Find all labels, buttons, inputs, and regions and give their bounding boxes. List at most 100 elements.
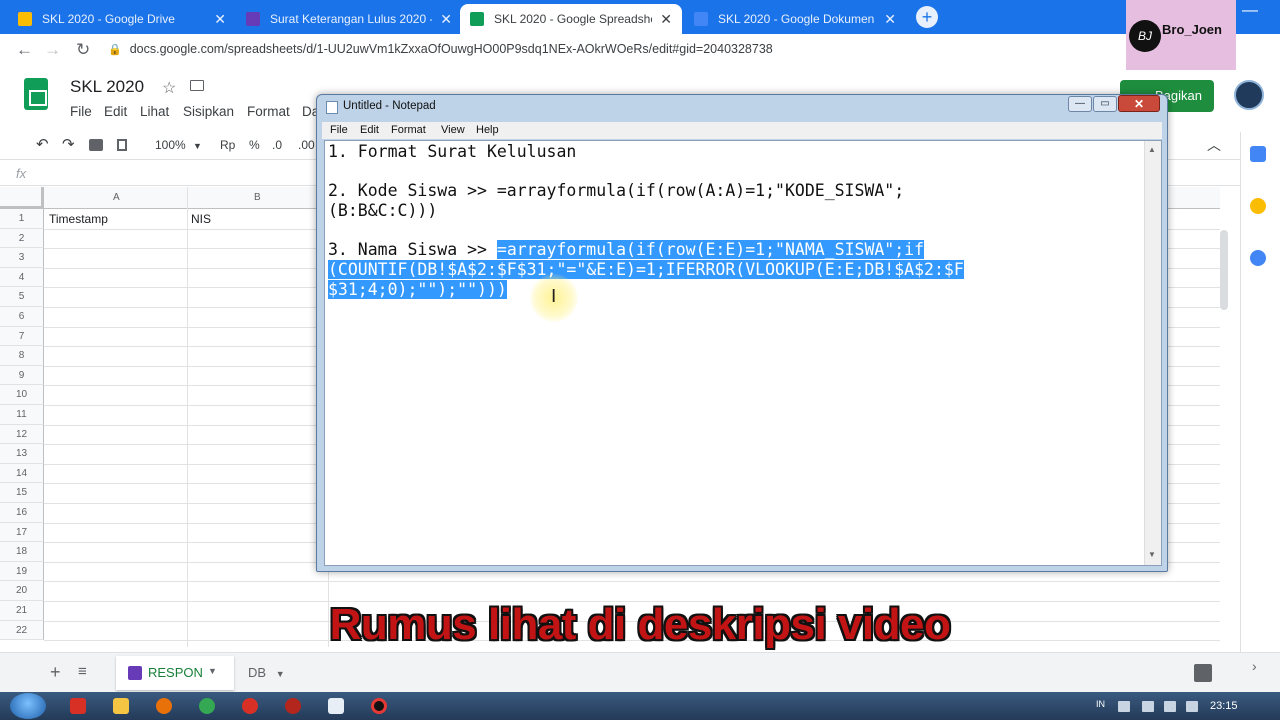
folder-icon[interactable] bbox=[113, 698, 129, 714]
notepad-menu-file[interactable]: File bbox=[330, 124, 348, 136]
record-icon[interactable] bbox=[371, 698, 387, 714]
row-number[interactable]: 12 bbox=[0, 424, 44, 445]
row-number[interactable]: 15 bbox=[0, 483, 44, 503]
row-number[interactable]: 1 bbox=[0, 209, 44, 229]
zoom-select[interactable]: 100% bbox=[155, 138, 186, 152]
row-number[interactable]: 14 bbox=[0, 463, 44, 484]
chevron-down-icon[interactable]: ▼ bbox=[193, 141, 202, 151]
menu-insert[interactable]: Sisipkan bbox=[183, 104, 234, 119]
print-icon[interactable] bbox=[89, 139, 103, 151]
back-icon[interactable]: ← bbox=[16, 40, 33, 60]
paint-format-icon[interactable] bbox=[117, 139, 127, 151]
row-number[interactable]: 8 bbox=[0, 346, 44, 366]
add-sheet-button[interactable]: + bbox=[50, 662, 61, 683]
taskbar-app-icon[interactable] bbox=[70, 698, 86, 714]
increase-decimal-button[interactable]: .00 bbox=[298, 138, 315, 152]
decrease-decimal-button[interactable]: .0 bbox=[272, 138, 282, 152]
sheet-tab-respon[interactable]: RESPON ▼ bbox=[116, 656, 234, 690]
redo-icon[interactable]: ↷ bbox=[62, 135, 75, 153]
maximize-icon[interactable]: ▭ bbox=[1093, 96, 1117, 112]
row-number[interactable]: 3 bbox=[0, 248, 44, 268]
all-sheets-menu-icon[interactable]: ≡ bbox=[78, 663, 87, 680]
sheet-tab-db[interactable]: DB ▼ bbox=[248, 665, 285, 680]
row-number[interactable]: 19 bbox=[0, 561, 44, 582]
vertical-scrollbar[interactable] bbox=[1220, 230, 1228, 310]
column-header-a[interactable]: A bbox=[113, 192, 120, 203]
row-number[interactable]: 17 bbox=[0, 522, 44, 543]
notepad-menu-edit[interactable]: Edit bbox=[360, 124, 379, 136]
row-number[interactable]: 9 bbox=[0, 365, 44, 386]
row-number[interactable]: 5 bbox=[0, 287, 44, 307]
chevron-right-icon[interactable]: › bbox=[1252, 658, 1257, 674]
close-icon[interactable]: ✕ bbox=[1118, 95, 1160, 112]
row-number[interactable]: 18 bbox=[0, 542, 44, 562]
start-button[interactable] bbox=[10, 693, 46, 719]
browser-tab-drive[interactable]: SKL 2020 - Google Drive ✕ bbox=[8, 4, 236, 34]
notepad-line: 1. Format Surat Kelulusan bbox=[328, 142, 577, 161]
notepad-menu-format[interactable]: Format bbox=[391, 124, 426, 136]
scroll-up-icon[interactable]: ▲ bbox=[1148, 145, 1156, 154]
row-number[interactable]: 10 bbox=[0, 385, 44, 405]
row-number[interactable]: 4 bbox=[0, 267, 44, 288]
row-number[interactable]: 2 bbox=[0, 228, 44, 249]
clock[interactable]: 23:15 bbox=[1210, 700, 1238, 712]
sheets-logo-icon[interactable] bbox=[24, 78, 48, 110]
notepad-text-area[interactable] bbox=[324, 140, 1162, 566]
chrome-icon[interactable] bbox=[199, 698, 215, 714]
notepad-scrollbar[interactable] bbox=[1144, 141, 1161, 565]
percent-button[interactable]: % bbox=[249, 138, 260, 152]
minimize-window-icon[interactable]: — bbox=[1242, 2, 1258, 20]
browser-tab-docs[interactable]: SKL 2020 - Google Dokumen ✕ bbox=[684, 4, 906, 34]
close-tab-icon[interactable]: ✕ bbox=[660, 11, 672, 28]
row-number[interactable]: 20 bbox=[0, 581, 44, 601]
keep-icon[interactable] bbox=[1250, 198, 1266, 214]
currency-button[interactable]: Rp bbox=[220, 138, 235, 152]
reload-icon[interactable]: ↻ bbox=[76, 40, 90, 60]
notepad-menu-help[interactable]: Help bbox=[476, 124, 499, 136]
calendar-icon[interactable] bbox=[1250, 146, 1266, 162]
menu-view[interactable]: Lihat bbox=[140, 104, 169, 119]
row-number[interactable]: 11 bbox=[0, 405, 44, 425]
forward-icon[interactable]: → bbox=[44, 40, 61, 60]
explore-icon[interactable] bbox=[1194, 664, 1212, 682]
menu-edit[interactable]: Edit bbox=[104, 104, 127, 119]
firefox-icon[interactable] bbox=[156, 698, 172, 714]
undo-icon[interactable]: ↶ bbox=[36, 135, 49, 153]
close-tab-icon[interactable]: ✕ bbox=[214, 11, 226, 28]
new-tab-button[interactable]: + bbox=[916, 6, 938, 28]
chevron-down-icon[interactable]: ▼ bbox=[208, 666, 217, 676]
menu-format[interactable]: Format bbox=[247, 104, 290, 119]
tasks-icon[interactable] bbox=[1250, 250, 1266, 266]
language-indicator[interactable]: IN bbox=[1096, 699, 1105, 709]
notepad-taskbar-icon[interactable] bbox=[328, 698, 344, 714]
close-tab-icon[interactable]: ✕ bbox=[884, 11, 896, 28]
close-tab-icon[interactable]: ✕ bbox=[440, 11, 452, 28]
avatar[interactable] bbox=[1234, 80, 1264, 110]
cell-b1[interactable]: NIS bbox=[191, 212, 211, 226]
browser-tab-forms[interactable]: Surat Keterangan Lulus 2020 - G ✕ bbox=[236, 4, 462, 34]
collapse-toolbar-icon[interactable]: ︿ bbox=[1207, 135, 1221, 155]
star-icon[interactable]: ☆ bbox=[162, 78, 176, 98]
row-number[interactable]: 6 bbox=[0, 307, 44, 327]
volume-icon[interactable] bbox=[1186, 701, 1198, 712]
cell-a1[interactable]: Timestamp bbox=[49, 212, 108, 226]
row-number[interactable]: 16 bbox=[0, 503, 44, 523]
opera-icon[interactable] bbox=[242, 698, 258, 714]
browser-tab-sheets[interactable]: SKL 2020 - Google Spreadsheet ✕ bbox=[460, 4, 682, 34]
document-title[interactable]: SKL 2020 bbox=[70, 77, 144, 97]
move-folder-icon[interactable] bbox=[190, 80, 204, 91]
taskbar-app-icon[interactable] bbox=[285, 698, 301, 714]
select-all-corner[interactable] bbox=[0, 187, 44, 209]
notepad-menu-view[interactable]: View bbox=[441, 124, 465, 136]
chevron-down-icon[interactable]: ▼ bbox=[276, 669, 285, 679]
scroll-down-icon[interactable]: ▼ bbox=[1148, 550, 1156, 559]
row-number[interactable]: 7 bbox=[0, 326, 44, 347]
row-number[interactable]: 13 bbox=[0, 444, 44, 464]
tray-icon[interactable] bbox=[1118, 701, 1130, 712]
network-icon[interactable] bbox=[1164, 701, 1176, 712]
address-bar[interactable]: 🔒 docs.google.com/spreadsheets/d/1-UU2uwV… bbox=[108, 38, 1108, 60]
column-header-b[interactable]: B bbox=[254, 192, 261, 203]
tray-icon[interactable] bbox=[1142, 701, 1154, 712]
minimize-icon[interactable]: — bbox=[1068, 96, 1092, 112]
menu-file[interactable]: File bbox=[70, 104, 92, 119]
